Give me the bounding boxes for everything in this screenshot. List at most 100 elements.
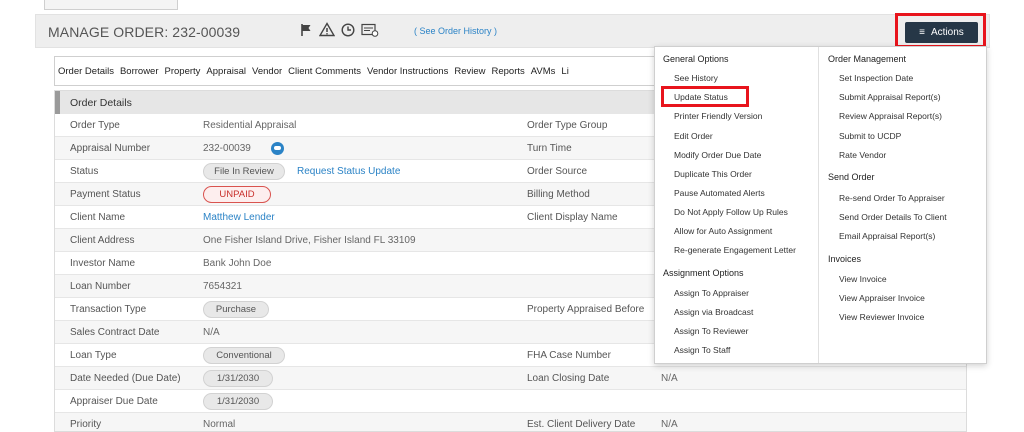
menu-item-send-details-client[interactable]: Send Order Details To Client	[839, 212, 947, 222]
tab-avms[interactable]: AVMs	[531, 66, 556, 77]
field-label: Client Name	[70, 212, 126, 223]
order-tabs: Order Details Borrower Property Appraisa…	[54, 56, 658, 86]
field-value: Conventional	[203, 344, 285, 367]
menu-item-duplicate-order[interactable]: Duplicate This Order	[674, 169, 752, 179]
due-date-badge: 1/31/2030	[203, 370, 273, 387]
menu-item-no-follow-up-rules[interactable]: Do Not Apply Follow Up Rules	[674, 207, 788, 217]
field-value: Purchase	[203, 298, 269, 321]
menu-item-assign-staff[interactable]: Assign To Staff	[674, 345, 730, 355]
tab-borrower[interactable]: Borrower	[120, 66, 159, 77]
field-label: Property Appraised Before	[527, 304, 645, 315]
tab-property[interactable]: Property	[165, 66, 201, 77]
menu-item-resend-appraiser[interactable]: Re-send Order To Appraiser	[839, 193, 945, 203]
table-row: Appraiser Due Date 1/31/2030	[55, 390, 966, 413]
field-value: N/A	[203, 327, 220, 338]
field-label: Date Needed (Due Date)	[70, 373, 181, 384]
field-value: UNPAID	[203, 183, 271, 206]
field-label: Priority	[70, 419, 102, 430]
menu-item-assign-reviewer[interactable]: Assign To Reviewer	[674, 326, 749, 336]
field-label: Loan Number	[70, 281, 131, 292]
order-management-heading: Order Management	[828, 54, 907, 64]
assignment-options-heading: Assignment Options	[663, 268, 744, 278]
tab-review[interactable]: Review	[454, 66, 485, 77]
menu-item-view-invoice[interactable]: View Invoice	[839, 274, 887, 284]
order-header: MANAGE ORDER: 232-00039 ( See Order Hist…	[35, 14, 990, 48]
document-icon[interactable]	[361, 23, 379, 37]
tab-vendor-instructions[interactable]: Vendor Instructions	[367, 66, 448, 77]
field-value: N/A	[661, 419, 678, 430]
warning-icon	[319, 22, 335, 37]
page-title: MANAGE ORDER: 232-00039	[48, 24, 241, 40]
field-label: Order Source	[527, 166, 588, 177]
field-label: FHA Case Number	[527, 350, 611, 361]
menu-item-email-report[interactable]: Email Appraisal Report(s)	[839, 231, 935, 241]
bot-icon[interactable]	[270, 142, 284, 155]
field-label: Turn Time	[527, 143, 572, 154]
field-value: 1/31/2030	[203, 367, 273, 390]
menu-item-set-inspection-date[interactable]: Set Inspection Date	[839, 73, 913, 83]
menu-item-printer-friendly[interactable]: Printer Friendly Version	[674, 111, 762, 121]
field-label: Appraiser Due Date	[70, 396, 158, 407]
menu-item-modify-due-date[interactable]: Modify Order Due Date	[674, 150, 761, 160]
see-history-link[interactable]: ( See Order History )	[414, 26, 497, 36]
clock-icon	[341, 22, 355, 37]
request-status-update-link[interactable]: Request Status Update	[297, 166, 400, 177]
tab-client-comments[interactable]: Client Comments	[288, 66, 361, 77]
menu-item-edit-order[interactable]: Edit Order	[674, 131, 713, 141]
field-label: Est. Client Delivery Date	[527, 419, 636, 430]
field-value: Residential Appraisal	[203, 120, 297, 131]
menu-item-view-appraiser-invoice[interactable]: View Appraiser Invoice	[839, 293, 925, 303]
table-row: Date Needed (Due Date) 1/31/2030 Loan Cl…	[55, 367, 966, 390]
field-label: Appraisal Number	[70, 143, 151, 154]
invoices-heading: Invoices	[828, 254, 862, 264]
field-value: 232-00039	[203, 137, 284, 160]
client-name-link[interactable]: Matthew Lender	[203, 206, 275, 229]
general-options-heading: General Options	[663, 54, 729, 64]
field-label: Loan Closing Date	[527, 373, 610, 384]
field-value: Bank John Doe	[203, 258, 272, 269]
menu-item-see-history[interactable]: See History	[674, 73, 718, 83]
tab-vendor[interactable]: Vendor	[252, 66, 282, 77]
menu-item-assign-broadcast[interactable]: Assign via Broadcast	[674, 307, 753, 317]
top-tab-fragment	[44, 0, 178, 10]
payment-status-badge: UNPAID	[203, 186, 271, 203]
field-label: Order Type Group	[527, 120, 608, 131]
field-label: Loan Type	[70, 350, 117, 361]
flag-icon[interactable]	[300, 23, 313, 37]
tab-reports[interactable]: Reports	[492, 66, 525, 77]
field-label: Transaction Type	[70, 304, 147, 315]
field-label: Investor Name	[70, 258, 136, 269]
menu-item-auto-assignment[interactable]: Allow for Auto Assignment	[674, 226, 772, 236]
tab-truncated[interactable]: Li	[561, 66, 568, 77]
field-value: N/A	[661, 373, 678, 384]
field-value: 1/31/2030	[203, 390, 273, 413]
update-status-highlight	[661, 86, 749, 107]
send-order-heading: Send Order	[828, 172, 875, 182]
menu-item-view-reviewer-invoice[interactable]: View Reviewer Invoice	[839, 312, 924, 322]
field-label: Client Address	[70, 235, 135, 246]
transaction-type-badge: Purchase	[203, 301, 269, 318]
status-badge: File In Review	[203, 163, 285, 180]
field-label: Sales Contract Date	[70, 327, 160, 338]
field-label: Order Type	[70, 120, 120, 131]
loan-type-badge: Conventional	[203, 347, 285, 364]
menu-item-pause-alerts[interactable]: Pause Automated Alerts	[674, 188, 765, 198]
menu-item-assign-appraiser[interactable]: Assign To Appraiser	[674, 288, 749, 298]
appraiser-due-date-badge: 1/31/2030	[203, 393, 273, 410]
field-value: Normal	[203, 419, 236, 430]
tab-order-details[interactable]: Order Details	[58, 66, 114, 77]
field-value: One Fisher Island Drive, Fisher Island F…	[203, 235, 416, 246]
menu-item-submit-report[interactable]: Submit Appraisal Report(s)	[839, 92, 941, 102]
field-label: Payment Status	[70, 189, 141, 200]
actions-highlight	[895, 13, 986, 48]
field-label: Status	[70, 166, 99, 177]
table-row: Priority Normal Est. Client Delivery Dat…	[55, 413, 966, 431]
field-label: Client Display Name	[527, 212, 618, 223]
menu-item-regenerate-letter[interactable]: Re-generate Engagement Letter	[674, 245, 796, 255]
menu-item-submit-ucdp[interactable]: Submit to UCDP	[839, 131, 901, 141]
tab-appraisal[interactable]: Appraisal	[206, 66, 246, 77]
field-value: File In Review Request Status Update	[203, 160, 400, 183]
menu-item-rate-vendor[interactable]: Rate Vendor	[839, 150, 886, 160]
menu-item-review-report[interactable]: Review Appraisal Report(s)	[839, 111, 942, 121]
field-value: 7654321	[203, 281, 242, 292]
